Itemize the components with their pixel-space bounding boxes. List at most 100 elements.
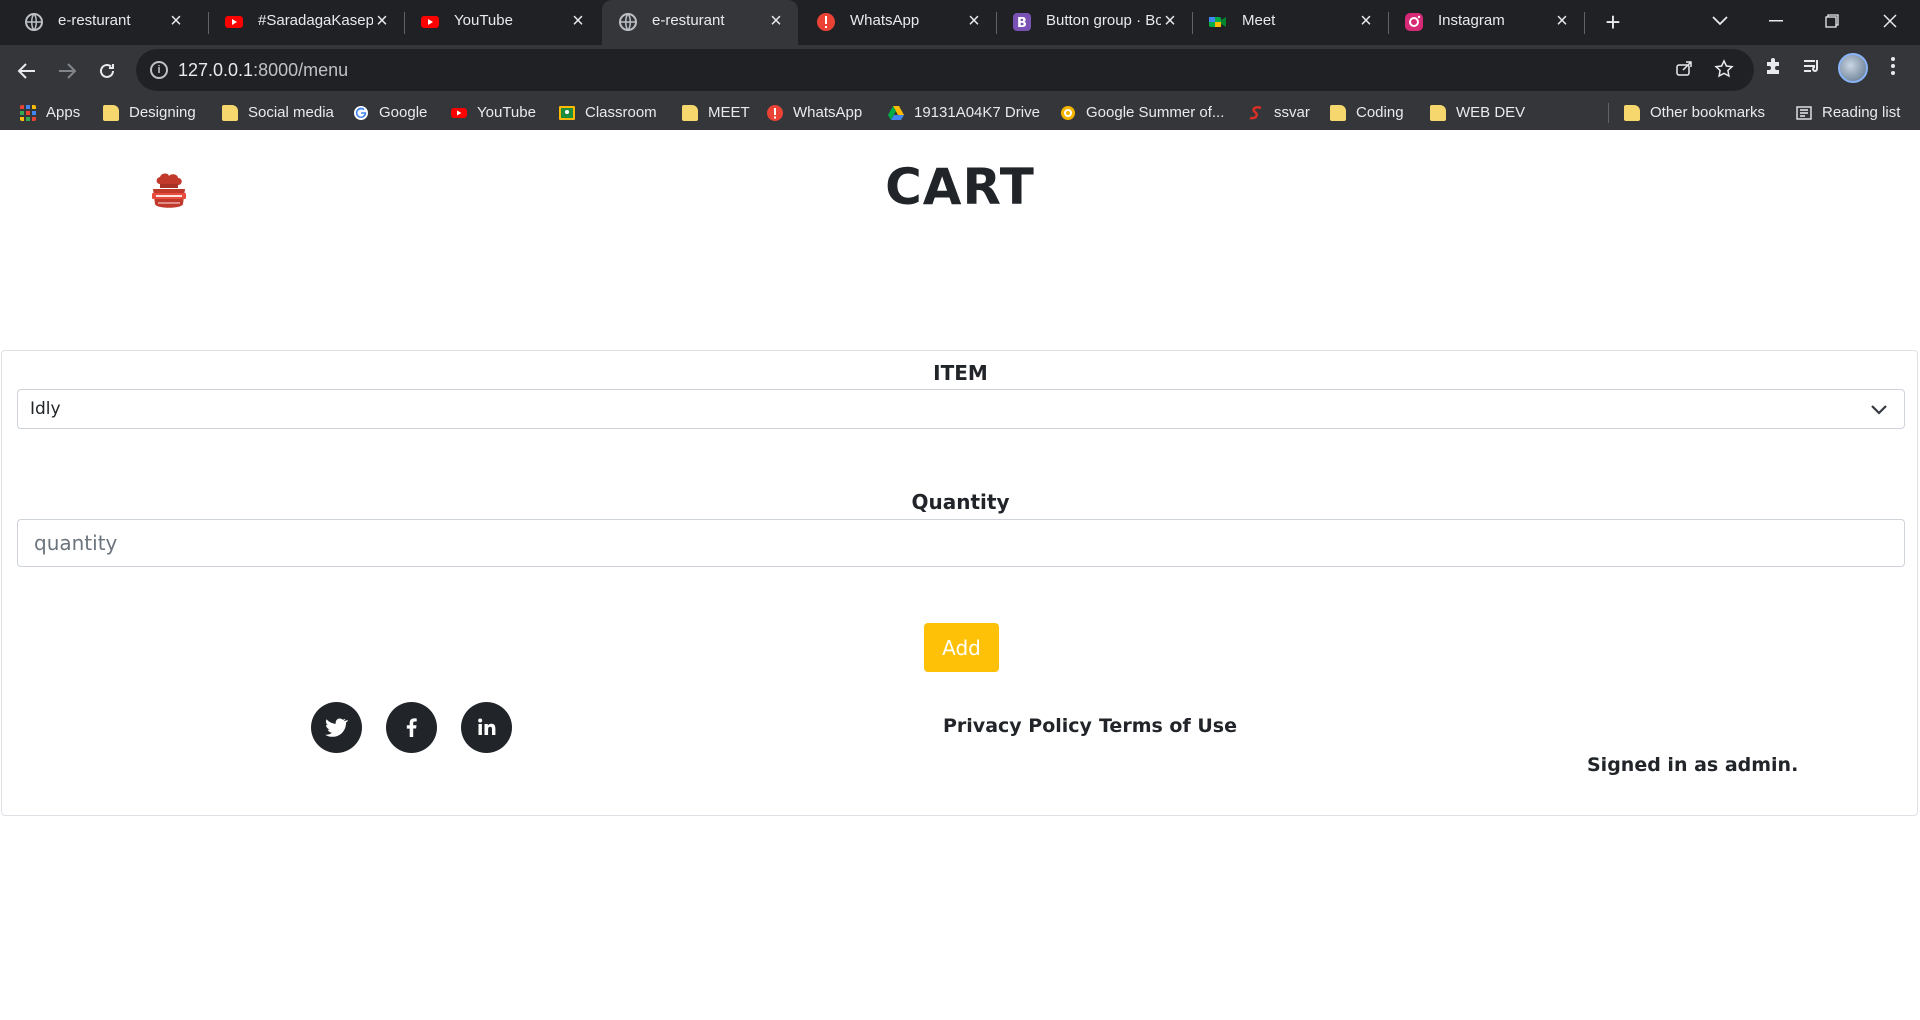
tab-saradaga[interactable]: #SaradagaKasepaina × <box>208 0 404 45</box>
address-url[interactable]: 127.0.0.1:8000/menu <box>178 60 348 81</box>
item-select[interactable]: Idly <box>17 389 1905 429</box>
reading-list-icon <box>1796 105 1812 120</box>
ssvar-icon <box>1249 105 1262 119</box>
tab-title: e-resturant <box>652 12 725 29</box>
reload-icon <box>100 63 114 78</box>
globe-icon <box>619 13 637 31</box>
back-arrow-icon <box>17 62 35 79</box>
url-host: 127.0.0.1 <box>178 60 254 80</box>
bookmark-label: Apps <box>46 104 81 121</box>
folder-icon <box>1330 104 1346 121</box>
tab-title: #SaradagaKasepaina <box>258 12 373 29</box>
bookmark-apps[interactable]: Apps <box>20 95 80 130</box>
item-select-value: Idly <box>30 399 61 419</box>
minimize-button[interactable] <box>1748 0 1804 40</box>
new-tab-button[interactable]: + <box>1598 8 1628 38</box>
whatsapp-icon <box>767 104 783 121</box>
folder-icon <box>103 104 119 121</box>
close-icon[interactable]: × <box>568 10 588 32</box>
close-icon[interactable]: × <box>1356 10 1376 32</box>
folder-icon <box>222 104 238 121</box>
close-icon[interactable]: × <box>166 10 186 32</box>
bookmark-reading-list[interactable]: Reading list <box>1796 95 1900 130</box>
bookmark-youtube[interactable]: YouTube <box>451 95 536 130</box>
bookmark-meet[interactable]: MEET <box>682 95 750 130</box>
share-icon[interactable] <box>1672 59 1696 83</box>
close-icon[interactable]: × <box>964 10 984 32</box>
close-icon[interactable]: × <box>1552 10 1572 32</box>
bookmark-coding[interactable]: Coding <box>1330 95 1404 130</box>
address-bar[interactable]: i 127.0.0.1:8000/menu <box>136 49 1754 91</box>
page-title: CART <box>885 158 1035 216</box>
restore-button[interactable] <box>1804 0 1860 40</box>
bookmark-other-bookmarks[interactable]: Other bookmarks <box>1624 95 1765 130</box>
bookmark-label: YouTube <box>477 104 536 121</box>
bookmark-label: Google <box>379 104 428 121</box>
site-info-icon[interactable]: i <box>150 61 168 79</box>
bookmark-label: MEET <box>708 104 750 121</box>
tab-title: YouTube <box>454 12 513 29</box>
bookmark-label: Reading list <box>1822 104 1901 121</box>
tab-whatsapp[interactable]: WhatsApp × <box>800 0 996 45</box>
close-icon[interactable]: × <box>372 10 392 32</box>
bookmark-classroom[interactable]: Classroom <box>559 95 657 130</box>
tab-strip: e-resturant × #SaradagaKasepaina × YouTu… <box>0 0 1920 45</box>
bookmark-star-icon[interactable] <box>1712 59 1736 83</box>
close-icon[interactable]: × <box>766 10 786 32</box>
bookmark-social-media[interactable]: Social media <box>222 95 334 130</box>
bookmark-label: WhatsApp <box>793 104 863 121</box>
tab-youtube[interactable]: YouTube × <box>404 0 600 45</box>
browser-toolbar: i 127.0.0.1:8000/menu Apps Designing Soc… <box>0 45 1920 130</box>
apps-grid-icon <box>20 104 36 121</box>
signed-in-status: Signed in as admin. <box>1587 754 1799 776</box>
tab-title: Meet <box>1242 12 1276 29</box>
bookmark-google[interactable]: Google <box>353 95 427 130</box>
facebook-button[interactable] <box>386 702 437 753</box>
tab-e-resturant[interactable]: e-resturant × <box>8 0 198 45</box>
tab-button-group-bootstrap[interactable]: B Button group · Bootstrap × <box>996 0 1192 45</box>
back-button[interactable] <box>10 53 44 87</box>
avatar[interactable] <box>1838 53 1868 83</box>
tab-title: Button group · Bootstrap <box>1046 12 1161 29</box>
bookmark-label: Classroom <box>585 104 657 121</box>
terms-of-use-link[interactable]: Terms of Use <box>1099 715 1237 737</box>
add-button[interactable]: Add <box>924 623 999 672</box>
bookmark-web-dev[interactable]: WEB DEV <box>1430 95 1525 130</box>
twitter-button[interactable] <box>311 702 362 753</box>
close-icon[interactable]: × <box>1160 10 1180 32</box>
bootstrap-icon: B <box>1013 13 1031 31</box>
tab-instagram[interactable]: Instagram × <box>1388 0 1584 45</box>
bookmark-label: Google Summer of... <box>1086 104 1225 121</box>
bookmark-ssvar[interactable]: ssvar <box>1248 95 1310 130</box>
item-label: ITEM <box>933 361 988 385</box>
bookmark-gsoc[interactable]: Google Summer of... <box>1060 95 1224 130</box>
globe-icon <box>25 13 43 31</box>
privacy-policy-link[interactable]: Privacy Policy <box>943 715 1092 737</box>
bookmark-drive[interactable]: 19131A04K7 Drive <box>888 95 1040 130</box>
youtube-icon <box>451 107 467 118</box>
forward-button[interactable] <box>50 53 84 87</box>
google-icon <box>354 105 368 120</box>
bookmark-label: Designing <box>129 104 196 121</box>
bookmark-label: Social media <box>248 104 334 121</box>
folder-icon <box>682 104 698 121</box>
tab-e-resturant-active[interactable]: e-resturant × <box>602 0 798 45</box>
page-content: CART ITEM Idly Quantity Add Privacy Poli… <box>0 130 1920 1020</box>
tab-meet[interactable]: Meet × <box>1192 0 1388 45</box>
url-path: :8000/menu <box>253 60 349 80</box>
bookmark-whatsapp[interactable]: WhatsApp <box>767 95 862 130</box>
tab-title: e-resturant <box>58 12 131 29</box>
media-queue-icon[interactable] <box>1797 55 1827 85</box>
cart-form-card: ITEM Idly Quantity Add Privacy Policy Te… <box>1 350 1918 816</box>
quantity-input[interactable] <box>17 519 1905 567</box>
bookmark-designing[interactable]: Designing <box>103 95 196 130</box>
youtube-icon <box>421 16 439 28</box>
tab-search-icon[interactable] <box>1692 0 1748 40</box>
reload-button[interactable] <box>90 53 124 87</box>
linkedin-button[interactable] <box>461 702 512 753</box>
bookmark-label: Other bookmarks <box>1650 104 1766 121</box>
extensions-icon[interactable] <box>1758 55 1788 85</box>
close-window-button[interactable] <box>1862 0 1918 40</box>
tab-title: WhatsApp <box>850 12 920 29</box>
kebab-menu-icon[interactable] <box>1878 55 1908 85</box>
